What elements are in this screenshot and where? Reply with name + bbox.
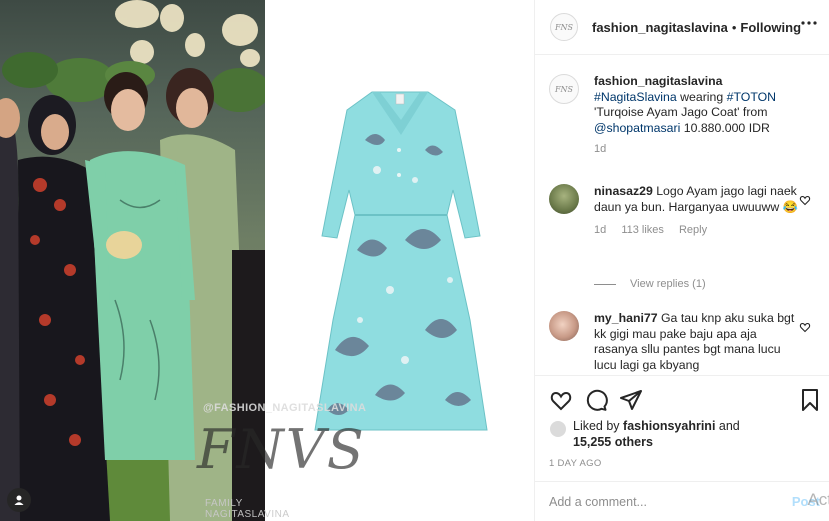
header-separator: • [731, 19, 737, 35]
likes-count[interactable]: 15,255 others [573, 435, 653, 449]
comment-input[interactable]: Add a comment... [549, 495, 647, 509]
post-side-panel: FNS fashion_nagitaslavina • Following FN… [534, 0, 829, 521]
liked-by-user[interactable]: fashionsyahrini [623, 419, 715, 433]
caption-username[interactable]: fashion_nagitaslavina [594, 74, 722, 88]
liked-by-middle: and [715, 419, 740, 433]
bookmark-icon[interactable] [798, 388, 822, 412]
watermark-logo: FNVS [197, 418, 366, 481]
comment-item: my_hani77 Ga tau knp aku suka bgt kk gig… [549, 311, 819, 375]
comment-item: ninasaz29 Logo Ayam jago lagi naek daun … [549, 184, 819, 274]
comment-likes[interactable]: 113 likes [621, 224, 664, 236]
hashtag-nagitaslavina[interactable]: #NagitaSlavina [594, 90, 677, 104]
post-timestamp[interactable]: 1 DAY AGO [549, 458, 602, 469]
post-caption: FNS fashion_nagitaslavina #NagitaSlavina… [549, 74, 819, 174]
replies-divider [594, 283, 616, 285]
comment-username[interactable]: ninasaz29 [594, 184, 653, 198]
share-icon[interactable] [619, 388, 643, 412]
liked-by-prefix: Liked by [573, 419, 624, 433]
author-avatar[interactable]: FNS [550, 13, 578, 41]
post-header: FNS fashion_nagitaslavina • Following [535, 0, 829, 55]
caption-price: 10.880.000 IDR [680, 120, 770, 135]
reply-button[interactable]: Reply [679, 224, 707, 236]
comments-list[interactable]: FNS fashion_nagitaslavina #NagitaSlavina… [535, 56, 829, 375]
comment-time: 1d [594, 224, 607, 236]
watermark-bottom-text: FAMILY NAGITASLAVINA [205, 498, 290, 520]
view-replies-label: View replies (1) [630, 278, 706, 290]
add-comment-bar: Add a comment... Post Act [535, 481, 829, 521]
view-replies-button[interactable]: View replies (1) [594, 278, 706, 290]
commenter-avatar[interactable] [549, 311, 579, 341]
watermark-top-text: @FASHION_NAGITASLAVINA [203, 402, 367, 414]
comment-heart-icon[interactable] [799, 194, 811, 206]
tagged-user-icon[interactable] [7, 488, 31, 512]
liker-avatar[interactable] [549, 420, 567, 438]
post-actions: Liked by fashionsyahrini and 15,255 othe… [535, 375, 829, 480]
more-icon[interactable] [800, 14, 818, 32]
caption-text-1: wearing [676, 89, 727, 104]
comment-username[interactable]: my_hani77 [594, 311, 658, 325]
follow-status-button[interactable]: Following [740, 20, 801, 35]
comment-icon[interactable] [584, 388, 608, 412]
comment-heart-icon[interactable] [799, 321, 811, 333]
caption-avatar[interactable]: FNS [549, 74, 579, 104]
product-image: @FASHION_NAGITASLAVINA FNVS FAMILY NAGIT… [197, 0, 534, 521]
post-media[interactable]: @FASHION_NAGITASLAVINA FNVS FAMILY NAGIT… [0, 0, 534, 521]
caption-time: 1d [594, 143, 607, 155]
author-username[interactable]: fashion_nagitaslavina [592, 20, 728, 35]
likes-summary: Liked by fashionsyahrini and 15,255 othe… [549, 418, 740, 450]
hashtag-toton[interactable]: #TOTON [727, 90, 776, 104]
mention-shopatmasari[interactable]: @shopatmasari [594, 121, 680, 135]
caption-text-2: 'Turqoise Ayam Jago Coat' from [594, 105, 768, 119]
commenter-avatar[interactable] [549, 184, 579, 214]
heart-icon[interactable] [549, 388, 573, 412]
activate-windows-overlay: Act [807, 490, 829, 509]
